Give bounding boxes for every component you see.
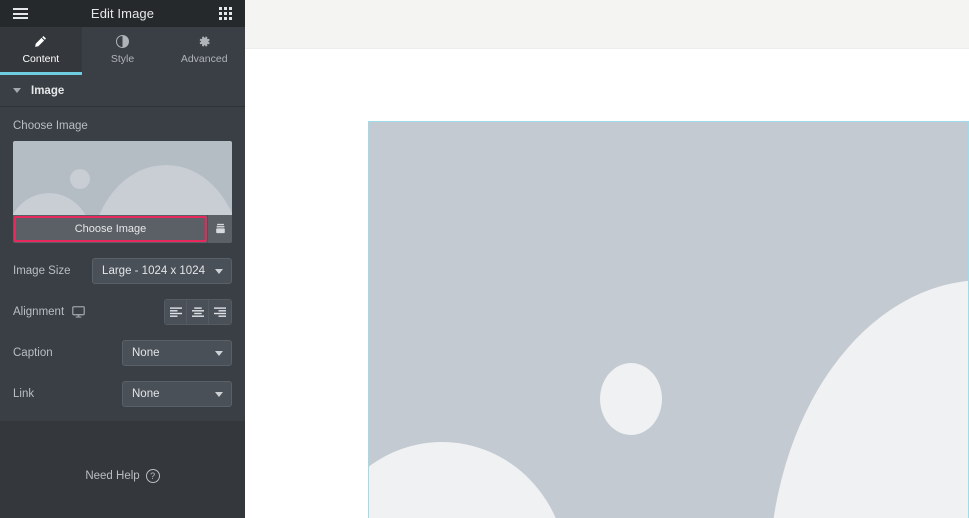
align-center-icon[interactable] [187,300,209,324]
editor-panel: Edit Image Content Style Advanced Image … [0,0,258,518]
tab-advanced[interactable]: Advanced [163,27,246,75]
panel-tabs: Content Style Advanced [0,27,246,75]
hill-shape-small [13,193,91,215]
preview-canvas [245,0,969,518]
site-header-bar [245,0,969,49]
image-placeholder-thumbnail[interactable] [13,141,232,215]
caption-select[interactable]: None [122,340,232,366]
tab-style[interactable]: Style [81,27,164,75]
field-link: Link None [13,381,232,407]
field-choose-image: Choose Image Choose Image [13,107,232,243]
caret-down-icon [13,88,21,93]
pencil-icon [34,35,47,49]
media-actions: Choose Image [13,215,232,243]
grid-glyph [218,7,232,20]
desktop-monitor-icon[interactable] [72,306,86,318]
tab-content-label: Content [22,52,60,65]
panel-title: Edit Image [90,6,155,21]
tab-style-label: Style [110,52,135,65]
field-alignment: Alignment [13,299,232,325]
question-mark-icon: ? [145,469,160,483]
sun-shape [70,169,90,189]
image-placeholder-landscape [369,122,968,518]
need-help-label: Need Help [85,470,140,482]
elementor-editor: Edit Image Content Style Advanced Image … [0,0,969,518]
need-help-button[interactable]: Need Help ? [85,469,160,483]
caption-value: None [132,347,160,359]
choose-image-label: Choose Image [13,120,88,132]
media-control: Choose Image [13,141,232,243]
tab-advanced-label: Advanced [180,52,228,65]
section-header-image[interactable]: Image [0,75,245,107]
section-title: Image [31,84,65,97]
selected-image-widget[interactable] [368,121,969,518]
link-select[interactable]: None [122,381,232,407]
panel-header: Edit Image [0,0,245,27]
sun-shape [600,363,662,435]
image-size-select[interactable]: Large - 1024 x 1024 [92,258,232,284]
link-value: None [132,388,160,400]
caret-down-icon [215,391,223,397]
choose-image-button[interactable]: Choose Image [14,216,207,242]
panel-controls: Choose Image Choose Image Image Size Lar… [0,107,245,421]
alignment-button-group [164,299,232,325]
panel-footer: Need Help ? [0,421,245,518]
field-image-size: Image Size Large - 1024 x 1024 [13,258,232,284]
widgets-grid-icon[interactable] [214,3,236,25]
alignment-label: Alignment [13,306,65,318]
hamburger-glyph [12,8,28,19]
tab-content[interactable]: Content [0,27,82,75]
link-label: Link [13,388,35,400]
hamburger-menu-icon[interactable] [9,3,31,25]
align-left-icon[interactable] [165,300,187,324]
hill-shape-right [769,280,968,518]
caret-down-icon [215,268,223,274]
image-size-value: Large - 1024 x 1024 [102,265,205,277]
media-library-icon[interactable] [207,215,232,243]
contrast-icon [116,35,129,49]
gear-icon [198,35,211,49]
hill-shape-left [369,442,567,518]
align-right-icon[interactable] [209,300,231,324]
caret-down-icon [215,350,223,356]
caption-label: Caption [13,347,53,359]
field-caption: Caption None [13,340,232,366]
hill-shape-large [91,165,232,215]
image-size-label: Image Size [13,265,71,277]
